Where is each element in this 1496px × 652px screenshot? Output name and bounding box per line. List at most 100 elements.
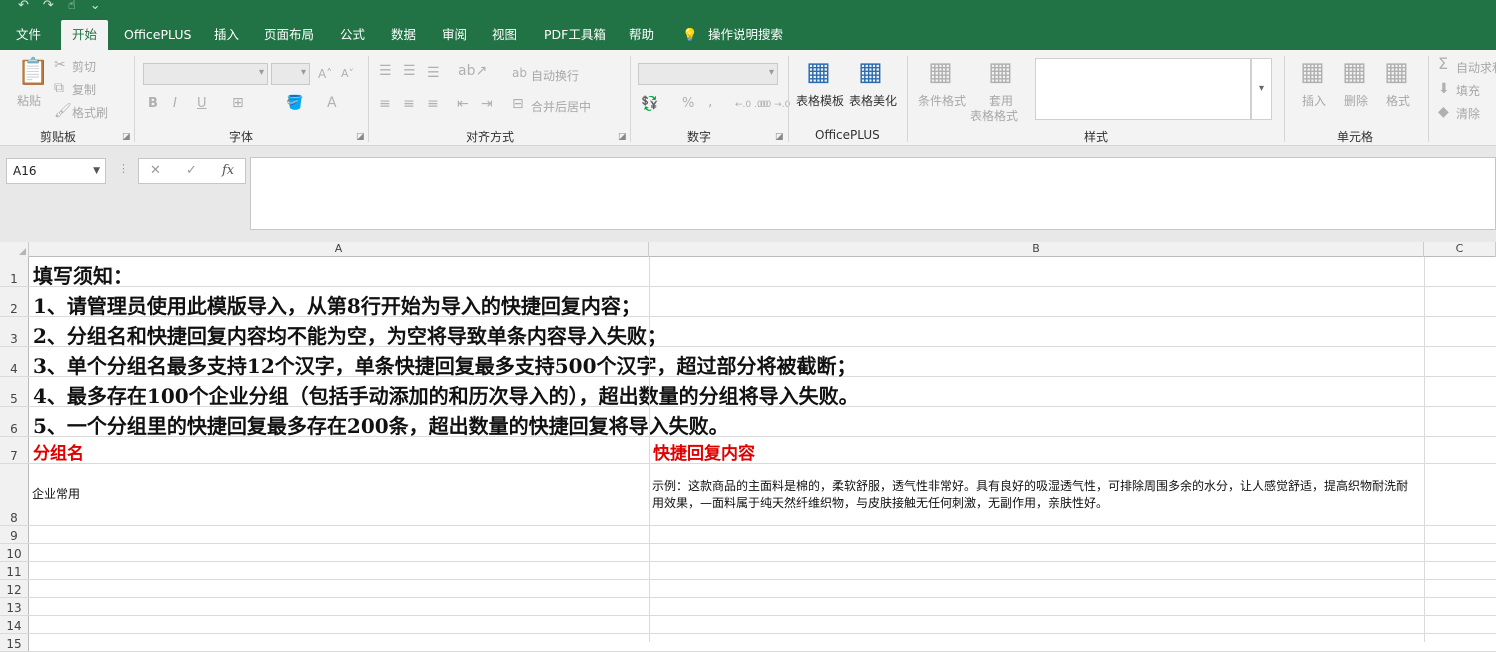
cell-a4[interactable]: 3、单个分组名最多支持12个汉字，单条快捷回复最多支持500个汉字，超过部分将被…: [33, 350, 857, 379]
column-header-b[interactable]: B: [649, 242, 1424, 257]
currency-icon[interactable]: 💱: [641, 97, 658, 111]
row-header[interactable]: 3: [0, 317, 29, 346]
select-all-button[interactable]: [0, 242, 29, 257]
decrease-decimal-icon[interactable]: .00 →.0: [757, 98, 790, 112]
cell-a1[interactable]: 填写须知：: [33, 260, 133, 289]
shrink-font-icon[interactable]: A˅: [341, 67, 354, 81]
tab-insert[interactable]: 插入: [214, 20, 239, 50]
row-header[interactable]: 12: [0, 580, 29, 597]
fill-button[interactable]: 填充: [1456, 82, 1480, 99]
tab-page-layout[interactable]: 页面布局: [264, 20, 314, 50]
cell-a2[interactable]: 1、请管理员使用此模版导入，从第8行开始为导入的快捷回复内容；: [33, 290, 641, 319]
align-bottom-icon[interactable]: ☰: [427, 66, 440, 80]
cell-a7[interactable]: 分组名: [33, 439, 84, 464]
conditional-format-icon[interactable]: ▦: [928, 58, 953, 86]
cell-a6[interactable]: 5、一个分组里的快捷回复最多存在200条，超出数量的快捷回复将导入失败。: [33, 410, 729, 439]
row-header[interactable]: 7: [0, 437, 29, 463]
font-color-icon[interactable]: A: [327, 96, 337, 110]
merge-center-button[interactable]: 合并后居中: [531, 98, 591, 115]
font-size-dropdown[interactable]: [271, 63, 310, 85]
cell-b8[interactable]: 示例：这款商品的主面料是棉的，柔软舒服，透气性非常好。具有良好的吸湿透气性，可排…: [652, 478, 1418, 512]
autosum-button[interactable]: 自动求和: [1456, 59, 1496, 76]
splitter-icon[interactable]: ⋮: [118, 162, 129, 175]
bold-button[interactable]: B: [148, 97, 158, 111]
grow-font-icon[interactable]: A˄: [318, 67, 332, 81]
align-center-icon[interactable]: ≡: [403, 97, 415, 111]
delete-cells-button[interactable]: 删除: [1344, 92, 1368, 109]
column-header-a[interactable]: A: [29, 242, 649, 257]
increase-indent-icon[interactable]: ⇥: [481, 97, 493, 111]
row-header[interactable]: 4: [0, 347, 29, 376]
cell-a3[interactable]: 2、分组名和快捷回复内容均不能为空，为空将导致单条内容导入失败；: [33, 320, 667, 349]
row-header[interactable]: 5: [0, 377, 29, 406]
number-format-dropdown[interactable]: [638, 63, 778, 85]
tell-me-search[interactable]: 操作说明搜索: [708, 20, 783, 50]
cell-a8[interactable]: 企业常用: [32, 486, 80, 503]
autosum-icon[interactable]: Σ: [1438, 56, 1448, 72]
tab-file[interactable]: 文件: [16, 20, 41, 50]
paste-icon[interactable]: 📋: [17, 58, 49, 86]
tab-help[interactable]: 帮助: [629, 20, 654, 50]
row-header[interactable]: 11: [0, 562, 29, 579]
tab-formulas[interactable]: 公式: [340, 20, 365, 50]
clear-button[interactable]: 清除: [1456, 105, 1480, 122]
format-painter-button[interactable]: 格式刷: [72, 104, 108, 121]
customize-qat-icon[interactable]: ⌄: [90, 0, 101, 12]
copy-icon[interactable]: ⧉: [54, 81, 64, 95]
redo-icon[interactable]: ↷: [43, 0, 54, 12]
row-header[interactable]: 2: [0, 287, 29, 316]
row-header[interactable]: 10: [0, 544, 29, 561]
border-icon[interactable]: ⊞: [232, 96, 244, 110]
paste-button[interactable]: 粘贴: [17, 92, 41, 109]
dialog-launcher-icon[interactable]: ◪: [122, 132, 131, 142]
insert-cells-icon[interactable]: ▦: [1300, 58, 1325, 86]
comma-button[interactable]: ,: [708, 95, 712, 109]
table-template-button[interactable]: 表格模板: [796, 92, 844, 109]
italic-button[interactable]: I: [173, 97, 177, 111]
insert-cells-button[interactable]: 插入: [1302, 92, 1326, 109]
cut-button[interactable]: 剪切: [72, 58, 96, 75]
align-middle-icon[interactable]: ☰: [403, 64, 416, 78]
row-header[interactable]: 15: [0, 634, 29, 651]
tab-officeplus[interactable]: OfficePLUS: [124, 20, 191, 50]
underline-button[interactable]: U: [197, 97, 207, 111]
tab-home[interactable]: 开始: [61, 20, 109, 50]
column-header-c[interactable]: C: [1424, 242, 1496, 257]
formula-input[interactable]: [250, 157, 1496, 230]
insert-function-icon[interactable]: fx: [222, 163, 234, 178]
font-name-dropdown[interactable]: [143, 63, 268, 85]
tab-review[interactable]: 审阅: [442, 20, 467, 50]
clear-icon[interactable]: ◆: [1438, 105, 1449, 119]
dialog-launcher-icon[interactable]: ◪: [618, 132, 627, 142]
row-header[interactable]: 13: [0, 598, 29, 615]
merge-center-icon[interactable]: ⊟: [512, 97, 524, 111]
undo-icon[interactable]: ↶: [18, 0, 29, 12]
orientation-icon[interactable]: ab↗: [458, 64, 487, 78]
row-header[interactable]: 9: [0, 526, 29, 543]
fill-icon[interactable]: ⬇: [1438, 82, 1450, 96]
format-as-table-button[interactable]: 表格格式: [970, 107, 1018, 124]
conditional-format-button[interactable]: 条件格式: [918, 92, 966, 109]
fill-color-icon[interactable]: 🪣: [286, 96, 303, 110]
wrap-text-button[interactable]: 自动换行: [531, 67, 579, 84]
row-header[interactable]: 6: [0, 407, 29, 436]
delete-cells-icon[interactable]: ▦: [1342, 58, 1367, 86]
percent-button[interactable]: %: [682, 97, 694, 111]
tab-view[interactable]: 视图: [492, 20, 517, 50]
gallery-more-icon[interactable]: ▾: [1251, 58, 1272, 120]
cell-b7[interactable]: 快捷回复内容: [653, 439, 755, 464]
cell-styles-gallery[interactable]: [1035, 58, 1251, 120]
table-beautify-icon[interactable]: ▦: [858, 58, 883, 86]
table-template-icon[interactable]: ▦: [806, 58, 831, 86]
name-box[interactable]: A16 ▼: [6, 158, 106, 184]
cell-a5[interactable]: 4、最多存在100个企业分组（包括手动添加的和历次导入的），超出数量的分组将导入…: [33, 380, 859, 409]
wrap-text-icon[interactable]: ab: [512, 66, 527, 80]
align-left-icon[interactable]: ≡: [379, 97, 391, 111]
enter-icon[interactable]: ✓: [186, 163, 197, 178]
copy-button[interactable]: 复制: [72, 81, 96, 98]
cut-icon[interactable]: ✂: [54, 58, 66, 72]
dialog-launcher-icon[interactable]: ◪: [775, 132, 784, 142]
dialog-launcher-icon[interactable]: ◪: [356, 132, 365, 142]
align-right-icon[interactable]: ≡: [427, 97, 439, 111]
format-cells-icon[interactable]: ▦: [1384, 58, 1409, 86]
